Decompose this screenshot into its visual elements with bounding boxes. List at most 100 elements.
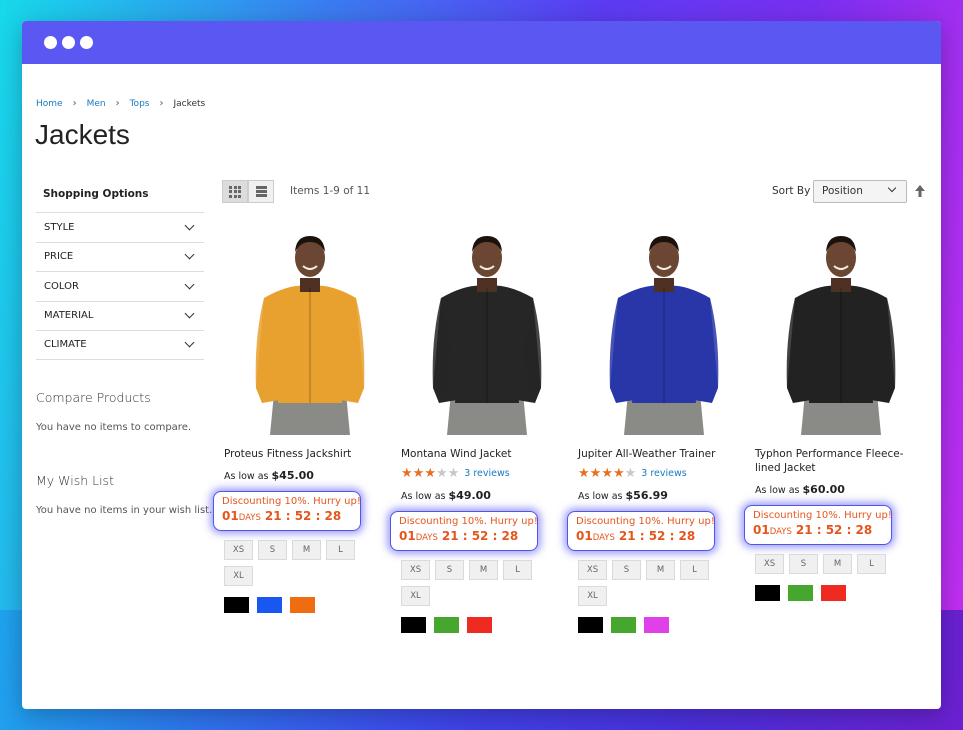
sort-by-select[interactable]: Position [813, 180, 907, 203]
size-option[interactable]: L [503, 560, 532, 580]
filter-label: CLIMATE [44, 339, 87, 351]
size-option[interactable]: L [857, 554, 886, 574]
rating: ★ ★ ★ ★ ★ 3 reviews [578, 466, 750, 481]
chevron-down-icon [887, 183, 897, 193]
size-option[interactable]: M [469, 560, 498, 580]
color-swatch[interactable] [401, 617, 426, 633]
countdown-timer: Discounting 10%. Hurry up! 01DAYS 21 : 52… [390, 511, 538, 551]
compare-products-text: You have no items to compare. [36, 422, 192, 433]
star-icon: ★ [401, 466, 413, 481]
product-name[interactable]: Jupiter All-Weather Trainer [578, 447, 750, 461]
filter-list: STYLE PRICE COLOR MATERIAL CLIMATE [36, 212, 204, 360]
countdown-days-label: DAYS [238, 513, 261, 523]
price-value: $56.99 [625, 489, 668, 502]
product-image[interactable] [584, 228, 744, 435]
breadcrumb-home-link[interactable]: Home [36, 99, 63, 109]
product-name[interactable]: Proteus Fitness Jackshirt [224, 447, 396, 461]
grid-view-button[interactable] [222, 180, 248, 203]
color-options [401, 617, 573, 633]
size-option[interactable]: L [680, 560, 709, 580]
star-icon: ★ [601, 466, 613, 481]
color-swatch[interactable] [224, 597, 249, 613]
discount-message: Discounting 10%. Hurry up! [753, 510, 892, 521]
product-image[interactable] [407, 228, 567, 435]
product-card[interactable]: Typhon Performance Fleece-lined Jacket A… [744, 228, 927, 601]
countdown-timer: Discounting 10%. Hurry up! 01DAYS 21 : 52… [213, 491, 361, 531]
countdown-days: 01 [576, 529, 593, 543]
filter-label: MATERIAL [44, 310, 94, 322]
product-image[interactable] [230, 228, 390, 435]
size-option[interactable]: XL [401, 586, 430, 606]
color-swatch[interactable] [578, 617, 603, 633]
size-option[interactable]: M [646, 560, 675, 580]
size-option[interactable]: XS [224, 540, 253, 560]
star-icon: ★ [589, 466, 602, 481]
countdown-time: 21 : 52 : 28 [441, 529, 519, 543]
product-price: As low as $60.00 [755, 483, 927, 496]
filter-price[interactable]: PRICE [36, 241, 204, 272]
star-icon: ★ [412, 466, 425, 481]
sort-by-value: Position [822, 185, 863, 197]
color-swatch[interactable] [467, 617, 492, 633]
star-icon: ★ [624, 466, 637, 481]
size-option[interactable]: XL [224, 566, 253, 586]
sort-direction-arrow-icon[interactable] [914, 184, 926, 198]
price-value: $60.00 [802, 483, 845, 496]
size-option[interactable]: M [823, 554, 852, 574]
product-name[interactable]: Montana Wind Jacket [401, 447, 573, 461]
color-options [755, 585, 927, 601]
breadcrumb: Home › Men › Tops › Jackets [36, 98, 205, 109]
filter-material[interactable]: MATERIAL [36, 300, 204, 331]
chevron-down-icon [184, 220, 195, 231]
color-swatch[interactable] [755, 585, 780, 601]
size-option[interactable]: XL [578, 586, 607, 606]
countdown-days: 01 [222, 509, 239, 523]
product-name[interactable]: Typhon Performance Fleece-lined Jacket [755, 447, 927, 475]
reviews-link[interactable]: 3 reviews [641, 468, 686, 479]
price-value: $45.00 [271, 469, 314, 482]
product-card[interactable]: Proteus Fitness Jackshirt As low as $45.… [213, 228, 396, 613]
color-swatch[interactable] [788, 585, 813, 601]
size-option[interactable]: S [612, 560, 641, 580]
countdown-value: 01DAYS 21 : 52 : 28 [576, 529, 706, 543]
breadcrumb-current: Jackets [173, 98, 206, 109]
breadcrumb-tops-link[interactable]: Tops [130, 99, 150, 109]
reviews-link[interactable]: 3 reviews [464, 468, 509, 479]
chevron-right-icon: › [115, 98, 120, 109]
filter-label: STYLE [44, 221, 75, 233]
chevron-down-icon [184, 337, 195, 348]
sidebar: Shopping Options STYLE PRICE COLOR MATER… [36, 181, 204, 360]
discount-message: Discounting 10%. Hurry up! [222, 496, 361, 507]
filter-climate[interactable]: CLIMATE [36, 330, 204, 360]
filter-color[interactable]: COLOR [36, 271, 204, 301]
size-option[interactable]: L [326, 540, 355, 560]
breadcrumb-men-link[interactable]: Men [87, 99, 106, 109]
color-swatch[interactable] [290, 597, 315, 613]
compare-products-title: Compare Products [36, 390, 151, 405]
size-option[interactable]: XS [755, 554, 784, 574]
size-options: XS S M L XL [401, 560, 541, 606]
size-options: XS S M L XL [578, 560, 718, 606]
size-option[interactable]: XS [578, 560, 607, 580]
size-option[interactable]: S [435, 560, 464, 580]
color-swatch[interactable] [611, 617, 636, 633]
size-option[interactable]: XS [401, 560, 430, 580]
filter-style[interactable]: STYLE [36, 212, 204, 242]
color-swatch[interactable] [821, 585, 846, 601]
size-option[interactable]: S [258, 540, 287, 560]
countdown-days-label: DAYS [592, 533, 615, 543]
color-swatch[interactable] [434, 617, 459, 633]
product-image[interactable] [761, 228, 921, 435]
size-option[interactable]: S [789, 554, 818, 574]
product-card[interactable]: Jupiter All-Weather Trainer ★ ★ ★ ★ ★ 3 revie… [567, 228, 750, 633]
filter-label: COLOR [44, 280, 79, 292]
size-option[interactable]: M [292, 540, 321, 560]
star-icon: ★ [435, 466, 448, 481]
color-swatch[interactable] [257, 597, 282, 613]
product-price: As low as $56.99 [578, 489, 750, 502]
list-view-button[interactable] [248, 180, 274, 203]
color-swatch[interactable] [644, 617, 669, 633]
color-options [224, 597, 396, 613]
product-card[interactable]: Montana Wind Jacket ★ ★ ★ ★ ★ 3 reviews As lo… [390, 228, 573, 633]
star-icon: ★ [612, 466, 625, 481]
